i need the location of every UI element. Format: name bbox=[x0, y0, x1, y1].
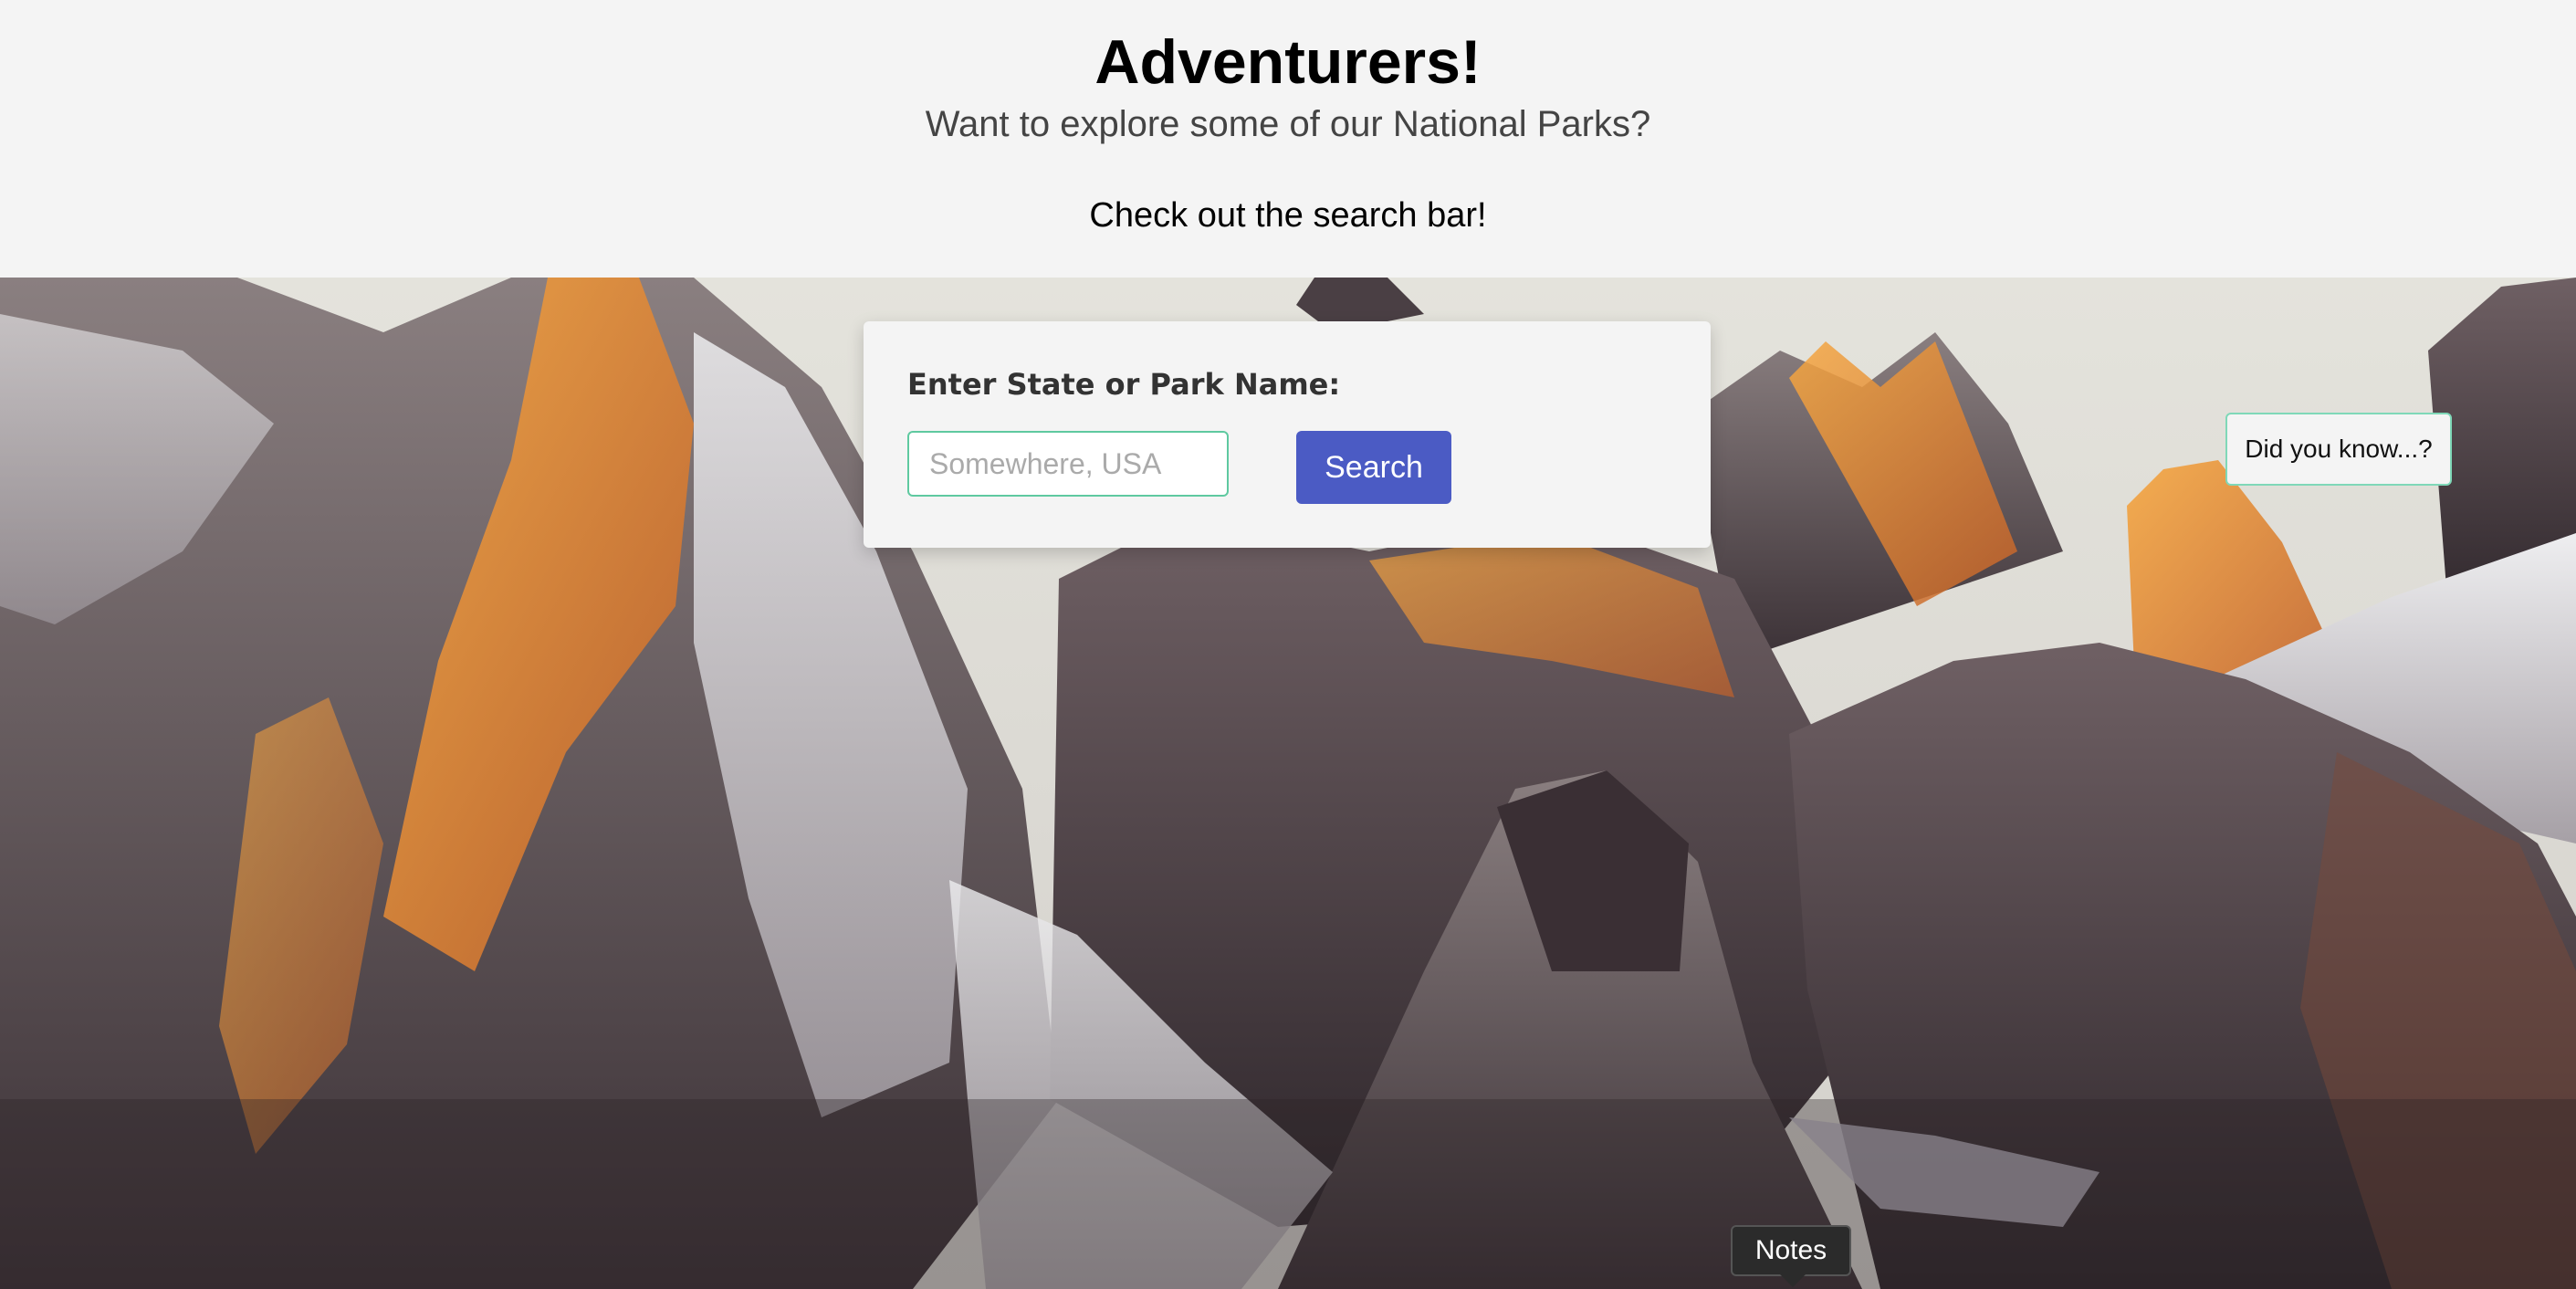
page-subtitle: Want to explore some of our National Par… bbox=[925, 104, 1651, 144]
search-label: Enter State or Park Name: bbox=[907, 367, 1341, 402]
search-panel: Enter State or Park Name: Search bbox=[864, 321, 1711, 548]
page-header: Adventurers! Want to explore some of our… bbox=[0, 0, 2576, 278]
notes-pointer-icon bbox=[1780, 1274, 1806, 1287]
search-button[interactable]: Search bbox=[1296, 431, 1451, 504]
did-you-know-button[interactable]: Did you know...? bbox=[2225, 413, 2452, 486]
page-tagline: Check out the search bar! bbox=[1089, 196, 1487, 235]
page-title: Adventurers! bbox=[1094, 27, 1482, 97]
notes-button[interactable]: Notes bbox=[1731, 1225, 1851, 1276]
search-input[interactable] bbox=[907, 431, 1229, 497]
notes-label: Notes bbox=[1754, 1235, 1827, 1265]
did-you-know-label: Did you know...? bbox=[2245, 435, 2433, 463]
